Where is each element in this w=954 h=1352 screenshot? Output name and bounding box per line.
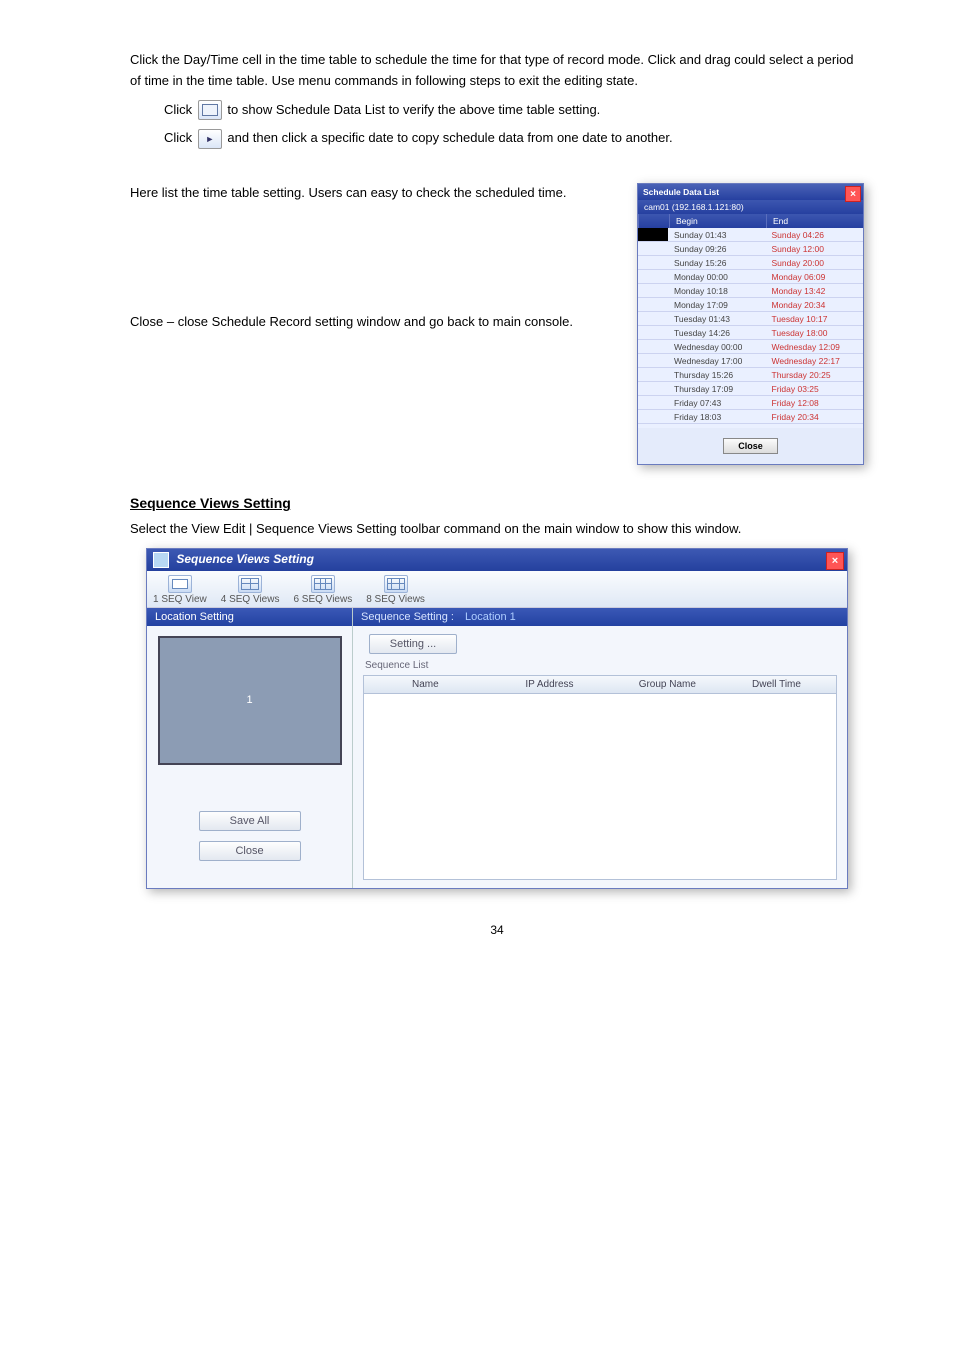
grid-4-icon	[238, 575, 262, 593]
close-button[interactable]: Close	[199, 841, 301, 861]
camera-subtitle: cam01 (192.168.1.121:80)	[638, 200, 863, 214]
text: Click	[164, 102, 192, 117]
setting-button[interactable]: Setting ...	[369, 634, 457, 654]
window-titlebar: Sequence Views Setting ×	[147, 549, 847, 571]
grid-6-icon	[311, 575, 335, 593]
col-name: Name	[406, 676, 519, 693]
toolbar-6-seq-views[interactable]: 6 SEQ Views	[293, 575, 352, 605]
sequence-views-window: Sequence Views Setting × 1 SEQ View 4 SE…	[146, 548, 848, 889]
col-ip: IP Address	[519, 676, 632, 693]
paragraph-3: Close – close Schedule Record setting wi…	[130, 312, 617, 333]
schedule-data-list-window: Schedule Data List × cam01 (192.168.1.12…	[637, 183, 864, 465]
grid-8-icon	[384, 575, 408, 593]
app-icon	[153, 552, 169, 568]
col-dwell: Dwell Time	[746, 676, 836, 693]
location-setting-head: Location Setting	[147, 608, 352, 626]
location-label: Location 1	[465, 611, 516, 623]
schedule-rows: Sunday 01:43Sunday 04:26 Sunday 09:26Sun…	[638, 228, 863, 428]
paragraph-4: Select the View Edit | Sequence Views Se…	[130, 519, 864, 540]
close-icon[interactable]: ×	[826, 552, 844, 570]
location-preview[interactable]: 1	[158, 636, 342, 765]
sequence-list-header: Name IP Address Group Name Dwell Time	[363, 675, 837, 694]
save-all-button[interactable]: Save All	[199, 811, 301, 831]
text: to show Schedule Data List to verify the…	[227, 102, 600, 117]
col-begin: Begin	[669, 214, 766, 228]
page-number: 34	[130, 923, 864, 937]
table-header: Begin End	[638, 214, 863, 228]
col-group: Group Name	[633, 676, 746, 693]
toolbar-8-seq-views[interactable]: 8 SEQ Views	[366, 575, 425, 605]
window-title: Sequence Views Setting	[176, 552, 314, 566]
sequence-setting-head: Sequence Setting : Location 1	[353, 608, 847, 626]
toolbar-1-seq-view[interactable]: 1 SEQ View	[153, 575, 207, 605]
paragraph-1: Click the Day/Time cell in the time tabl…	[130, 50, 864, 92]
copy-schedule-icon	[198, 129, 222, 149]
view-toolbar: 1 SEQ View 4 SEQ Views 6 SEQ Views 8 SEQ…	[147, 571, 847, 607]
toolbar-4-seq-views[interactable]: 4 SEQ Views	[221, 575, 280, 605]
col-end: End	[766, 214, 863, 228]
window-titlebar: Schedule Data List ×	[638, 184, 863, 200]
schedule-list-icon	[198, 100, 222, 120]
text: Click	[164, 130, 192, 145]
grid-1-icon	[168, 575, 192, 593]
preview-number: 1	[160, 638, 340, 763]
section-heading: Sequence Views Setting	[130, 495, 864, 511]
close-icon[interactable]: ×	[845, 186, 861, 202]
window-title: Schedule Data List	[643, 187, 719, 197]
sequence-list-body	[363, 694, 837, 880]
paragraph-2: Here list the time table setting. Users …	[130, 183, 617, 204]
close-button[interactable]: Close	[723, 438, 778, 454]
text: and then click a specific date to copy s…	[227, 130, 672, 145]
sequence-list-label: Sequence List	[363, 660, 837, 671]
